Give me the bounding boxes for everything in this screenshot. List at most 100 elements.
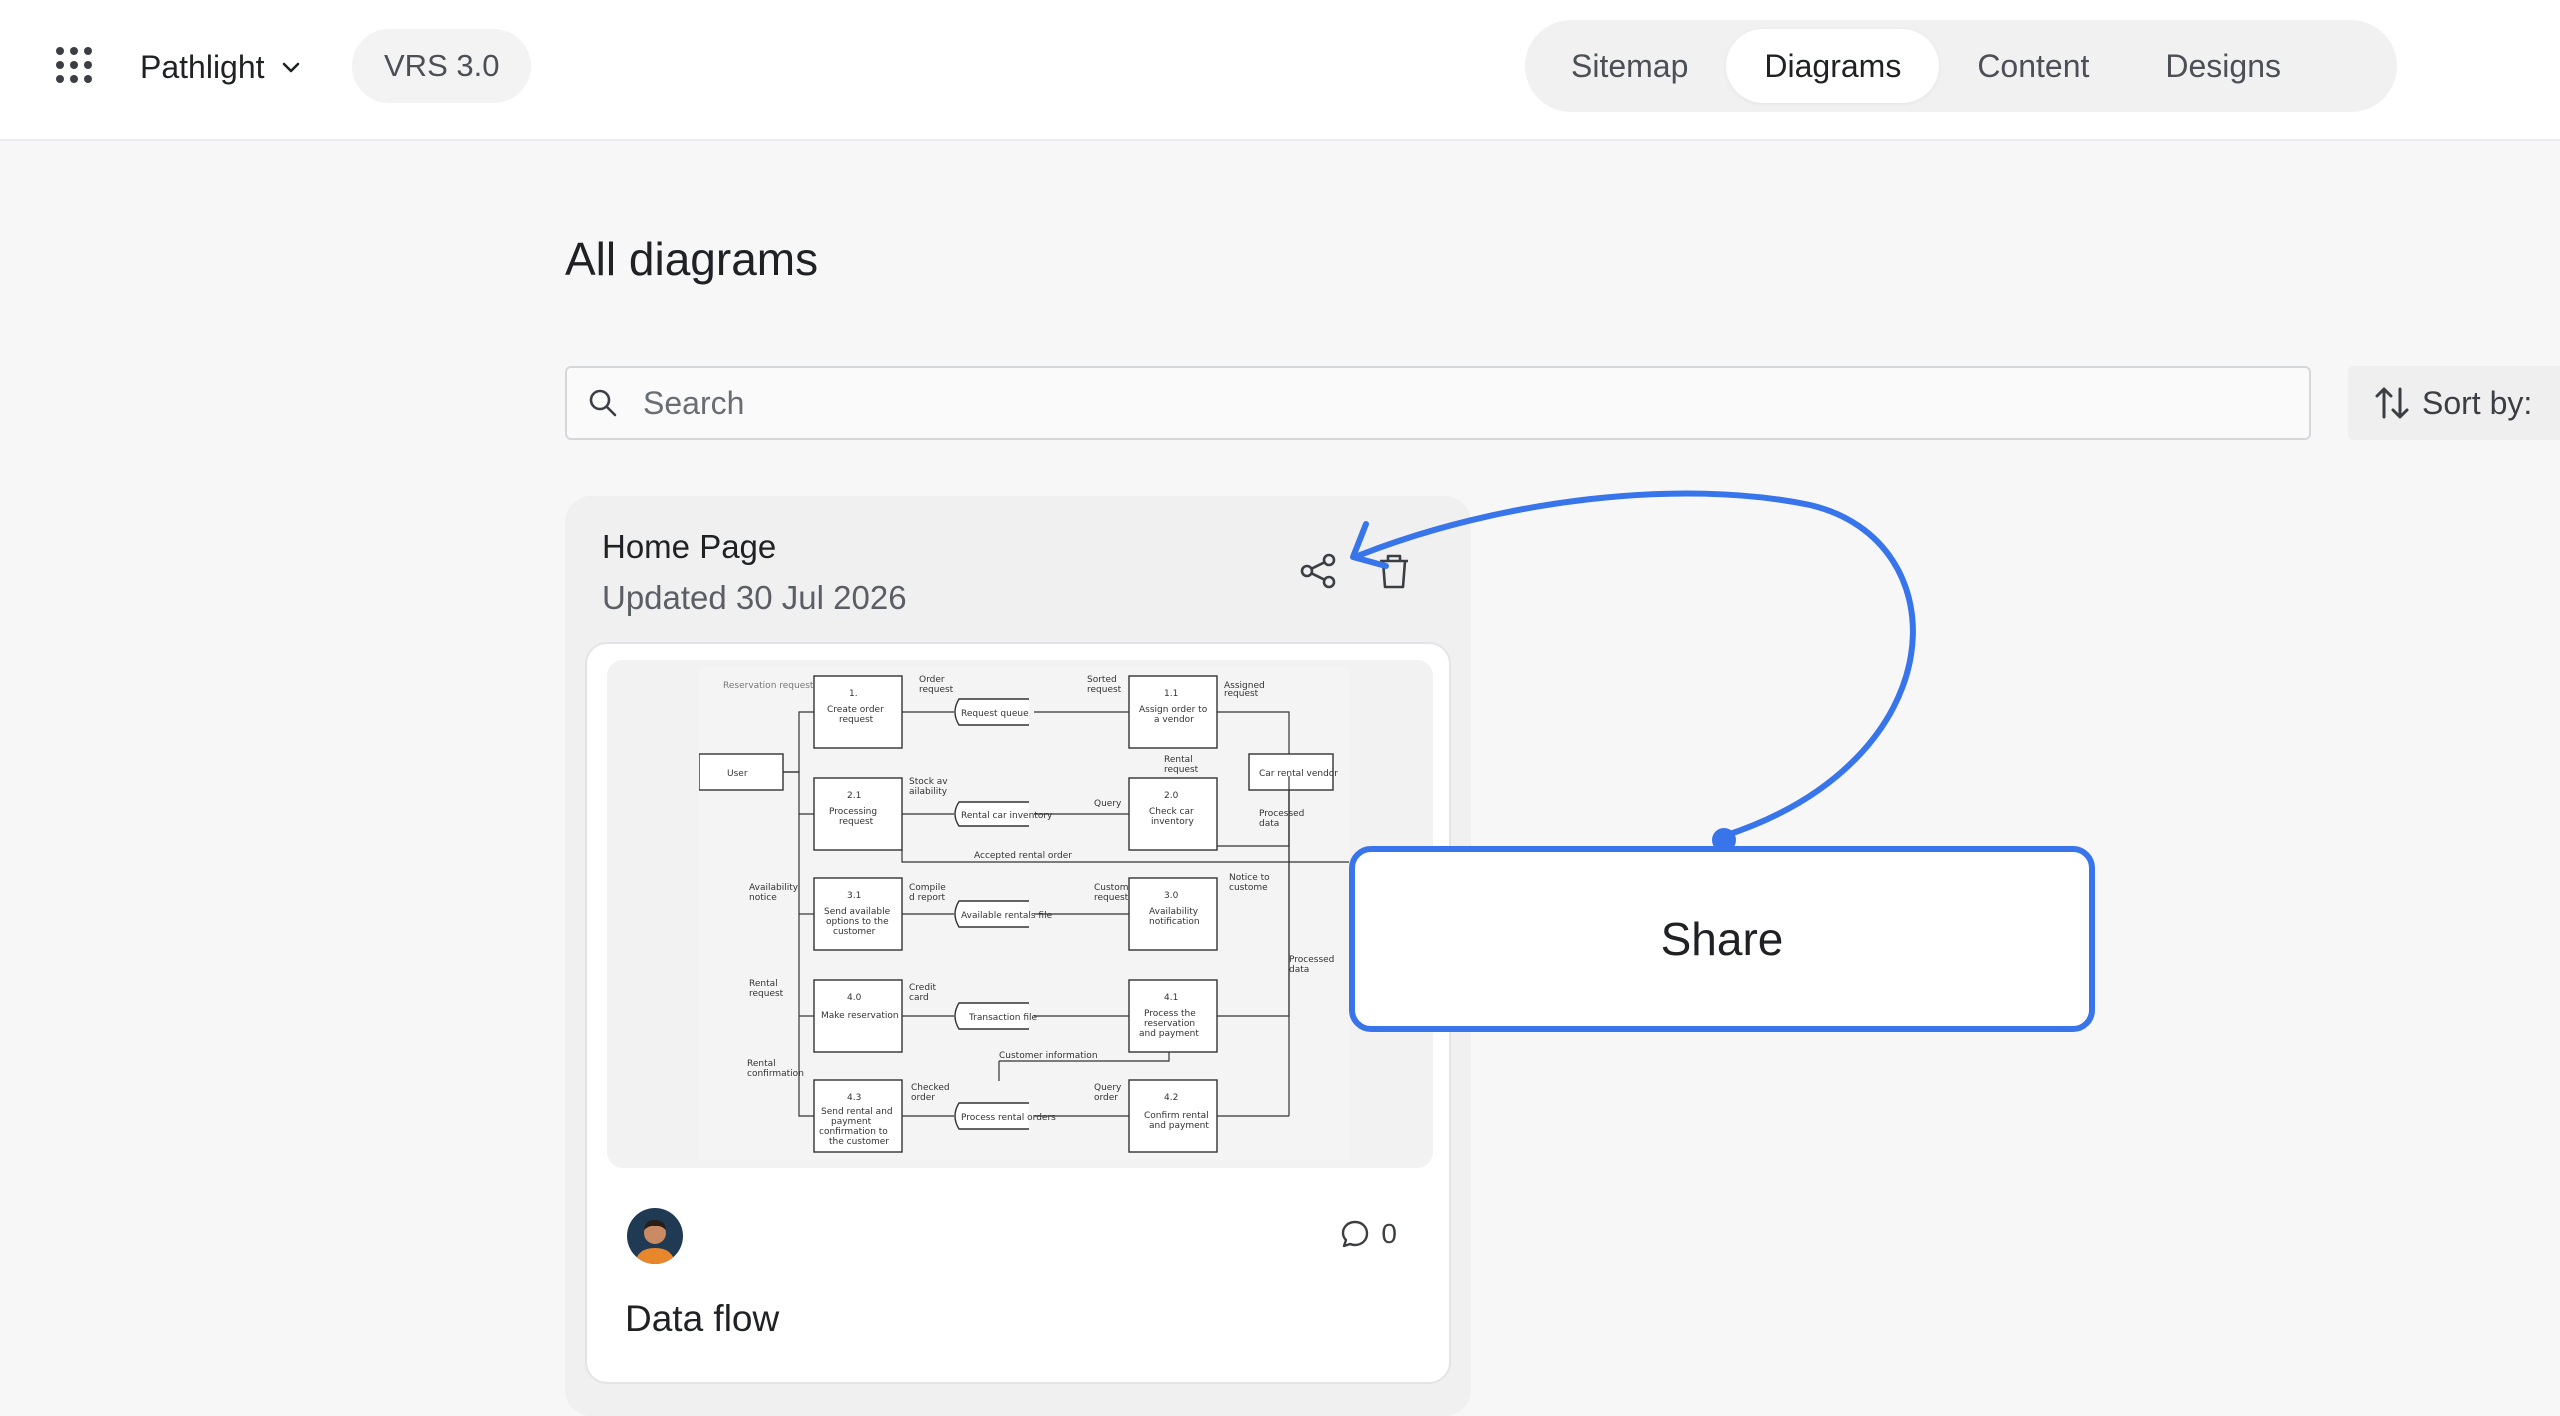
svg-text:Processed: Processed (1289, 955, 1334, 965)
svg-text:Availability: Availability (1149, 907, 1199, 917)
svg-text:reservation: reservation (1144, 1019, 1195, 1029)
chevron-down-icon (282, 62, 299, 73)
svg-text:Check car: Check car (1149, 807, 1194, 817)
avatar[interactable] (627, 1208, 683, 1264)
sort-label: Sort by: (2422, 384, 2533, 421)
version-badge[interactable]: VRS 3.0 (352, 29, 532, 103)
svg-text:d report: d report (909, 893, 946, 903)
svg-text:notification: notification (1149, 917, 1200, 927)
comment-icon (1342, 1220, 1369, 1248)
sort-button[interactable]: Sort by: (2348, 366, 2560, 440)
section-tabs: Sitemap Diagrams Content Designs (1525, 20, 2397, 112)
svg-text:request: request (839, 715, 874, 725)
top-bar: Pathlight VRS 3.0 Sitemap Diagrams Conte… (0, 0, 2560, 141)
svg-text:Order: Order (919, 675, 945, 685)
svg-text:request: request (749, 989, 784, 999)
card-updated-date: Updated 30 Jul 2026 (602, 579, 907, 616)
svg-text:inventory: inventory (1151, 817, 1195, 827)
svg-text:Process the: Process the (1144, 1009, 1196, 1019)
svg-text:Rental: Rental (747, 1059, 776, 1069)
svg-text:Customer information: Customer information (999, 1051, 1098, 1061)
apps-grid-icon[interactable] (54, 45, 94, 85)
svg-text:1.: 1. (849, 689, 858, 699)
svg-text:request: request (919, 685, 954, 695)
svg-text:request: request (1094, 893, 1129, 903)
data-flow-diagram-preview: User Car rental vendor 1.Create orderreq… (699, 666, 1349, 1160)
svg-text:order: order (911, 1093, 935, 1103)
card-page-title: Home Page (602, 528, 777, 565)
svg-text:Assign order to: Assign order to (1139, 705, 1208, 715)
svg-text:confirmation: confirmation (747, 1069, 804, 1079)
svg-text:Accepted rental order: Accepted rental order (974, 851, 1072, 861)
svg-text:3.0: 3.0 (1164, 891, 1179, 901)
tab-sitemap[interactable]: Sitemap (1533, 29, 1726, 103)
svg-text:4.2: 4.2 (1164, 1093, 1178, 1103)
svg-text:Create order: Create order (827, 705, 884, 715)
svg-text:order: order (1094, 1093, 1118, 1103)
svg-text:customer: customer (833, 927, 876, 937)
svg-text:options to the: options to the (826, 917, 889, 927)
diagram-card[interactable]: Home Page Updated 30 Jul 2026 User Car r… (565, 496, 1471, 1416)
svg-text:ailability: ailability (909, 787, 948, 797)
svg-text:Stock av: Stock av (909, 777, 948, 787)
card-body: User Car rental vendor 1. Create order req… (585, 642, 1451, 1384)
search-bar (565, 366, 2311, 440)
svg-text:a vendor: a vendor (1154, 715, 1194, 725)
comment-count: 0 (1381, 1218, 1397, 1249)
svg-text:data: data (1259, 819, 1279, 829)
svg-text:confirmation to: confirmation to (819, 1127, 888, 1137)
svg-text:Processing: Processing (829, 807, 877, 817)
svg-text:Available rentals file: Available rentals file (961, 911, 1053, 921)
sort-icon (2375, 387, 2409, 419)
svg-text:the customer: the customer (829, 1137, 889, 1147)
svg-text:Send available: Send available (824, 907, 891, 917)
diagram-name: Data flow (625, 1298, 780, 1339)
svg-text:User: User (727, 769, 748, 779)
search-icon (589, 389, 617, 417)
tab-designs[interactable]: Designs (2127, 29, 2319, 103)
svg-text:4.0: 4.0 (847, 993, 862, 1003)
svg-text:Notice to: Notice to (1229, 873, 1270, 883)
svg-text:Reservation request: Reservation request (723, 681, 814, 691)
project-switcher[interactable]: Pathlight (140, 38, 303, 96)
svg-text:Rental: Rental (749, 979, 778, 989)
svg-text:Availability: Availability (749, 883, 799, 893)
project-name: Pathlight (140, 48, 265, 85)
svg-text:Transaction file: Transaction file (968, 1013, 1038, 1023)
search-input[interactable] (643, 384, 2243, 422)
svg-text:2.0: 2.0 (1164, 791, 1179, 801)
svg-text:Request queue: Request queue (961, 709, 1029, 719)
svg-text:Checked: Checked (911, 1083, 950, 1093)
svg-text:Credit: Credit (909, 983, 937, 993)
share-callout: Share (1349, 846, 2095, 1032)
svg-text:custome: custome (1229, 883, 1268, 893)
svg-text:Sorted: Sorted (1087, 675, 1117, 685)
share-icon[interactable] (1298, 551, 1338, 591)
svg-text:request: request (1224, 689, 1259, 699)
tab-content[interactable]: Content (1939, 29, 2127, 103)
svg-text:Custom: Custom (1094, 883, 1128, 893)
svg-text:Rental car inventory: Rental car inventory (961, 811, 1053, 821)
svg-text:Send rental and: Send rental and (821, 1107, 893, 1117)
svg-text:payment: payment (831, 1117, 872, 1127)
svg-text:request: request (839, 817, 874, 827)
svg-text:3.1: 3.1 (847, 891, 861, 901)
page-title: All diagrams (565, 233, 819, 285)
svg-text:Rental: Rental (1164, 755, 1193, 765)
svg-text:Make reservation: Make reservation (821, 1011, 899, 1021)
svg-text:Processed: Processed (1259, 809, 1304, 819)
svg-text:Process rental orders: Process rental orders (961, 1113, 1056, 1123)
comments-count[interactable]: 0 (1339, 1218, 1397, 1250)
svg-text:Query: Query (1094, 799, 1122, 809)
trash-icon[interactable] (1376, 551, 1412, 591)
diagram-thumbnail[interactable]: User Car rental vendor 1. Create order req… (607, 660, 1433, 1168)
svg-text:and payment: and payment (1139, 1029, 1199, 1039)
svg-text:Compile: Compile (909, 883, 946, 893)
tab-diagrams[interactable]: Diagrams (1726, 29, 1940, 103)
svg-text:1.1: 1.1 (1164, 689, 1178, 699)
svg-text:request: request (1087, 685, 1122, 695)
svg-text:data: data (1289, 965, 1309, 975)
svg-text:and payment: and payment (1149, 1121, 1209, 1131)
svg-text:notice: notice (749, 893, 777, 903)
svg-text:2.1: 2.1 (847, 791, 861, 801)
